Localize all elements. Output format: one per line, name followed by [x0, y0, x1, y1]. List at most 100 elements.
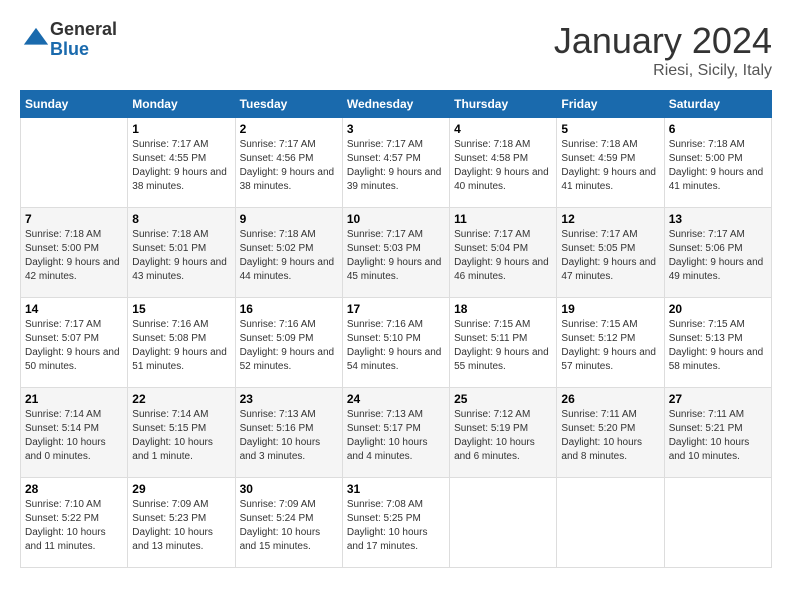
day-info: Sunrise: 7:09 AMSunset: 5:24 PMDaylight:… [240, 498, 338, 554]
day-number: 30 [240, 482, 338, 496]
day-number: 4 [454, 122, 552, 136]
day-number: 26 [561, 392, 659, 406]
day-info: Sunrise: 7:18 AMSunset: 4:58 PMDaylight:… [454, 138, 552, 194]
calendar-cell: 10 Sunrise: 7:17 AMSunset: 5:03 PMDayligh… [342, 208, 449, 298]
day-info: Sunrise: 7:17 AMSunset: 5:07 PMDaylight:… [25, 318, 123, 374]
calendar-cell: 15 Sunrise: 7:16 AMSunset: 5:08 PMDayligh… [128, 298, 235, 388]
day-number: 19 [561, 302, 659, 316]
calendar-cell: 16 Sunrise: 7:16 AMSunset: 5:09 PMDayligh… [235, 298, 342, 388]
day-info: Sunrise: 7:16 AMSunset: 5:10 PMDaylight:… [347, 318, 445, 374]
day-number: 22 [132, 392, 230, 406]
calendar-cell: 22 Sunrise: 7:14 AMSunset: 5:15 PMDayligh… [128, 388, 235, 478]
calendar-cell: 6 Sunrise: 7:18 AMSunset: 5:00 PMDaylight… [664, 118, 771, 208]
day-number: 11 [454, 212, 552, 226]
weekday-header: Friday [557, 91, 664, 118]
day-info: Sunrise: 7:16 AMSunset: 5:08 PMDaylight:… [132, 318, 230, 374]
day-info: Sunrise: 7:15 AMSunset: 5:13 PMDaylight:… [669, 318, 767, 374]
calendar-cell [557, 478, 664, 568]
calendar-cell: 18 Sunrise: 7:15 AMSunset: 5:11 PMDayligh… [450, 298, 557, 388]
day-number: 18 [454, 302, 552, 316]
day-number: 8 [132, 212, 230, 226]
calendar-cell: 19 Sunrise: 7:15 AMSunset: 5:12 PMDayligh… [557, 298, 664, 388]
day-number: 2 [240, 122, 338, 136]
calendar-cell: 24 Sunrise: 7:13 AMSunset: 5:17 PMDayligh… [342, 388, 449, 478]
day-number: 6 [669, 122, 767, 136]
calendar-cell: 13Sunrise: 7:17 AMSunset: 5:06 PMDayligh… [664, 208, 771, 298]
day-info: Sunrise: 7:14 AMSunset: 5:14 PMDaylight:… [25, 408, 123, 464]
calendar-table: SundayMondayTuesdayWednesdayThursdayFrid… [20, 90, 772, 568]
day-number: 13 [669, 212, 767, 226]
page-header: General Blue January 2024 Riesi, Sicily,… [20, 20, 772, 80]
day-info: Sunrise: 7:13 AMSunset: 5:17 PMDaylight:… [347, 408, 445, 464]
day-info: Sunrise: 7:17 AMSunset: 4:55 PMDaylight:… [132, 138, 230, 194]
day-info: Sunrise: 7:09 AMSunset: 5:23 PMDaylight:… [132, 498, 230, 554]
day-number: 23 [240, 392, 338, 406]
calendar-cell: 23 Sunrise: 7:13 AMSunset: 5:16 PMDayligh… [235, 388, 342, 478]
day-number: 9 [240, 212, 338, 226]
day-info: Sunrise: 7:11 AMSunset: 5:21 PMDaylight:… [669, 408, 767, 464]
calendar-week-row: 28 Sunrise: 7:10 AMSunset: 5:22 PMDayligh… [21, 478, 772, 568]
logo-text: General Blue [50, 20, 117, 60]
calendar-cell: 25 Sunrise: 7:12 AMSunset: 5:19 PMDayligh… [450, 388, 557, 478]
day-info: Sunrise: 7:17 AMSunset: 5:03 PMDaylight:… [347, 228, 445, 284]
calendar-cell: 2Sunrise: 7:17 AMSunset: 4:56 PMDaylight… [235, 118, 342, 208]
day-number: 3 [347, 122, 445, 136]
day-info: Sunrise: 7:18 AMSunset: 5:00 PMDaylight:… [669, 138, 767, 194]
calendar-cell: 20Sunrise: 7:15 AMSunset: 5:13 PMDayligh… [664, 298, 771, 388]
day-number: 1 [132, 122, 230, 136]
month-title: January 2024 [554, 20, 772, 62]
day-info: Sunrise: 7:17 AMSunset: 4:57 PMDaylight:… [347, 138, 445, 194]
calendar-cell [450, 478, 557, 568]
calendar-cell: 14 Sunrise: 7:17 AMSunset: 5:07 PMDayligh… [21, 298, 128, 388]
weekday-header: Monday [128, 91, 235, 118]
day-number: 31 [347, 482, 445, 496]
day-number: 14 [25, 302, 123, 316]
day-number: 28 [25, 482, 123, 496]
location: Riesi, Sicily, Italy [554, 62, 772, 80]
title-block: January 2024 Riesi, Sicily, Italy [554, 20, 772, 80]
day-info: Sunrise: 7:14 AMSunset: 5:15 PMDaylight:… [132, 408, 230, 464]
day-info: Sunrise: 7:15 AMSunset: 5:12 PMDaylight:… [561, 318, 659, 374]
day-info: Sunrise: 7:13 AMSunset: 5:16 PMDaylight:… [240, 408, 338, 464]
weekday-header: Tuesday [235, 91, 342, 118]
day-info: Sunrise: 7:11 AMSunset: 5:20 PMDaylight:… [561, 408, 659, 464]
logo: General Blue [20, 20, 117, 60]
day-info: Sunrise: 7:16 AMSunset: 5:09 PMDaylight:… [240, 318, 338, 374]
weekday-header: Thursday [450, 91, 557, 118]
calendar-week-row: 7Sunrise: 7:18 AMSunset: 5:00 PMDaylight… [21, 208, 772, 298]
calendar-cell: 27 Sunrise: 7:11 AMSunset: 5:21 PMDayligh… [664, 388, 771, 478]
calendar-cell: 17Sunrise: 7:16 AMSunset: 5:10 PMDayligh… [342, 298, 449, 388]
calendar-cell: 1 Sunrise: 7:17 AMSunset: 4:55 PMDaylight… [128, 118, 235, 208]
day-number: 15 [132, 302, 230, 316]
calendar-cell: 8Sunrise: 7:18 AMSunset: 5:01 PMDaylight… [128, 208, 235, 298]
calendar-cell: 5Sunrise: 7:18 AMSunset: 4:59 PMDaylight… [557, 118, 664, 208]
calendar-week-row: 1 Sunrise: 7:17 AMSunset: 4:55 PMDaylight… [21, 118, 772, 208]
calendar-cell: 3 Sunrise: 7:17 AMSunset: 4:57 PMDaylight… [342, 118, 449, 208]
logo-blue: Blue [50, 39, 89, 59]
day-info: Sunrise: 7:17 AMSunset: 5:04 PMDaylight:… [454, 228, 552, 284]
day-number: 10 [347, 212, 445, 226]
calendar-cell [664, 478, 771, 568]
calendar-cell: 4 Sunrise: 7:18 AMSunset: 4:58 PMDaylight… [450, 118, 557, 208]
day-info: Sunrise: 7:12 AMSunset: 5:19 PMDaylight:… [454, 408, 552, 464]
day-number: 12 [561, 212, 659, 226]
calendar-cell: 30 Sunrise: 7:09 AMSunset: 5:24 PMDayligh… [235, 478, 342, 568]
calendar-cell: 28 Sunrise: 7:10 AMSunset: 5:22 PMDayligh… [21, 478, 128, 568]
day-number: 24 [347, 392, 445, 406]
day-info: Sunrise: 7:10 AMSunset: 5:22 PMDaylight:… [25, 498, 123, 554]
weekday-header: Sunday [21, 91, 128, 118]
day-info: Sunrise: 7:17 AMSunset: 5:05 PMDaylight:… [561, 228, 659, 284]
day-info: Sunrise: 7:15 AMSunset: 5:11 PMDaylight:… [454, 318, 552, 374]
calendar-week-row: 14 Sunrise: 7:17 AMSunset: 5:07 PMDayligh… [21, 298, 772, 388]
weekday-header-row: SundayMondayTuesdayWednesdayThursdayFrid… [21, 91, 772, 118]
day-number: 27 [669, 392, 767, 406]
weekday-header: Saturday [664, 91, 771, 118]
calendar-cell [21, 118, 128, 208]
weekday-header: Wednesday [342, 91, 449, 118]
day-info: Sunrise: 7:18 AMSunset: 4:59 PMDaylight:… [561, 138, 659, 194]
calendar-week-row: 21Sunrise: 7:14 AMSunset: 5:14 PMDayligh… [21, 388, 772, 478]
day-info: Sunrise: 7:08 AMSunset: 5:25 PMDaylight:… [347, 498, 445, 554]
day-number: 25 [454, 392, 552, 406]
calendar-cell: 31 Sunrise: 7:08 AMSunset: 5:25 PMDayligh… [342, 478, 449, 568]
day-number: 16 [240, 302, 338, 316]
